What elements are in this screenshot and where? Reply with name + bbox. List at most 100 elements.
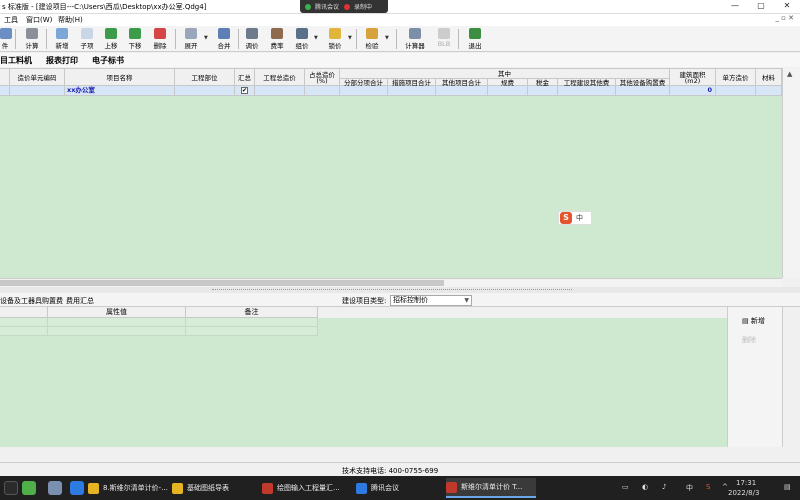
- percent-cell[interactable]: [305, 86, 340, 96]
- menu-window[interactable]: 窗口(W): [26, 15, 52, 25]
- unit-price-cell[interactable]: [716, 86, 756, 96]
- menu-tools[interactable]: 工具: [4, 15, 18, 25]
- col-dept[interactable]: 工程部位: [175, 69, 235, 87]
- tax-cell[interactable]: [528, 86, 558, 96]
- col-summary[interactable]: 汇总: [235, 69, 255, 87]
- toolbar-exit-button[interactable]: 退出: [465, 27, 485, 51]
- material-cell[interactable]: [756, 86, 782, 96]
- tab-fee-summary[interactable]: 费用汇总: [66, 296, 94, 306]
- table-row[interactable]: xx办公室 ✔ 0: [0, 86, 782, 96]
- col-percent[interactable]: 占总造价 (%): [305, 69, 340, 87]
- toolbar-lock-price-button[interactable]: 锁价: [325, 27, 345, 51]
- toolbar-rate-button[interactable]: 费率: [267, 27, 287, 51]
- property-note-cell[interactable]: [186, 327, 318, 336]
- property-value-cell[interactable]: [48, 318, 186, 327]
- property-name-cell[interactable]: [0, 327, 48, 336]
- close-button[interactable]: ✕: [774, 0, 800, 13]
- list-item[interactable]: [0, 318, 318, 327]
- ime-indicator[interactable]: S 中: [558, 211, 592, 225]
- toolbar-check-button[interactable]: 检验: [362, 27, 382, 51]
- wechat-icon[interactable]: [22, 481, 36, 495]
- tray-date[interactable]: 2022/8/3: [728, 489, 759, 497]
- tray-network-icon[interactable]: ◐: [642, 483, 648, 491]
- tray-time[interactable]: 17:31: [736, 479, 756, 487]
- toolbar-delete-button[interactable]: 删除: [150, 27, 170, 51]
- dept-cell[interactable]: [175, 86, 235, 96]
- toolbar-expand-button[interactable]: 展开: [181, 27, 201, 51]
- col-item-name[interactable]: 项目名称: [65, 69, 175, 87]
- area-cell[interactable]: 0: [670, 86, 716, 96]
- unit-code-cell[interactable]: [10, 86, 65, 96]
- col-unit-price[interactable]: 单方造价: [716, 69, 756, 87]
- property-grid-body[interactable]: [0, 318, 727, 447]
- splitter-grip[interactable]: [212, 289, 572, 291]
- start-icon[interactable]: [4, 481, 18, 495]
- tray-battery-icon[interactable]: ▭: [622, 483, 629, 491]
- total-cell[interactable]: [255, 86, 305, 96]
- toolbar-compose-price-button[interactable]: 组价: [292, 27, 312, 51]
- app-pinned-icon[interactable]: [70, 481, 84, 495]
- tray-ime-lang[interactable]: 中: [686, 483, 693, 493]
- equipment-cell[interactable]: [616, 86, 670, 96]
- chevron-down-icon[interactable]: ▼: [385, 35, 389, 41]
- notification-icon[interactable]: ▤: [784, 483, 791, 491]
- col-area[interactable]: 建筑面积 (m2): [670, 69, 716, 87]
- minimize-button[interactable]: —: [722, 0, 748, 13]
- col-total[interactable]: 工程总造价: [255, 69, 305, 87]
- tray-volume-icon[interactable]: ♪: [662, 483, 666, 491]
- toolbar-add-button[interactable]: 新增: [52, 27, 72, 51]
- tray-sogou-icon[interactable]: S: [706, 483, 710, 491]
- col-property-name[interactable]: [0, 307, 48, 318]
- col-unit-code[interactable]: 造价单元编码: [10, 69, 65, 87]
- taskbar-app-5[interactable]: 斯维尔清单计价 T...: [446, 478, 536, 498]
- other-items-cell[interactable]: [436, 86, 488, 96]
- property-value-cell[interactable]: [48, 327, 186, 336]
- chevron-down-icon[interactable]: ▼: [314, 35, 318, 41]
- col-property-note[interactable]: 备注: [186, 307, 318, 318]
- grid-body[interactable]: [0, 96, 782, 278]
- col-property-value[interactable]: 属性值: [48, 307, 186, 318]
- taskbar-app-3[interactable]: 绘图输入工程量汇...: [262, 478, 350, 498]
- scrollbar-thumb[interactable]: [0, 280, 444, 286]
- subtotal-cell[interactable]: [340, 86, 388, 96]
- item-name-cell[interactable]: xx办公室: [65, 86, 175, 96]
- toolbar-movedown-button[interactable]: 下移: [126, 27, 144, 51]
- chevron-down-icon[interactable]: ▼: [204, 35, 208, 41]
- menu-help[interactable]: 帮助(H): [58, 15, 83, 25]
- summary-checkbox[interactable]: ✔: [241, 87, 248, 94]
- col-material[interactable]: 材料: [756, 69, 782, 87]
- list-item[interactable]: [0, 327, 318, 336]
- blb-icon: [438, 28, 450, 39]
- taskbar-app-2[interactable]: 基础图纸导表: [172, 478, 257, 498]
- tab-equipment-fees[interactable]: 设备及工器具购置费: [0, 296, 63, 306]
- property-name-cell[interactable]: [0, 318, 48, 327]
- toolbar-calculator-button[interactable]: 计算器: [402, 27, 428, 51]
- tab-materials[interactable]: 目工料机: [0, 55, 32, 66]
- toolbar-file-button[interactable]: 件: [0, 27, 12, 51]
- scroll-up-icon[interactable]: ▲: [787, 70, 792, 78]
- toolbar-subitem-button[interactable]: 子项: [77, 27, 97, 51]
- tab-e-bid[interactable]: 电子标书: [92, 55, 124, 66]
- app-pinned-icon[interactable]: [48, 481, 62, 495]
- add-row-button[interactable]: ▤ 新增: [742, 316, 765, 326]
- grid-horizontal-scrollbar[interactable]: [0, 278, 782, 287]
- tab-report-print[interactable]: 报表打印: [46, 55, 78, 66]
- property-note-cell[interactable]: [186, 318, 318, 327]
- taskbar-app-4[interactable]: 腾讯会议: [356, 478, 440, 498]
- taskbar-app-1[interactable]: 8.斯维尔清单计价-...: [88, 478, 168, 498]
- toolbar-merge-button[interactable]: 合并: [214, 27, 234, 51]
- project-type-select[interactable]: 招标控制价 ▼: [390, 295, 472, 306]
- mdi-controls[interactable]: _ ▫ ✕: [775, 14, 794, 22]
- other-construction-cell[interactable]: [558, 86, 616, 96]
- toolbar-adjust-price-button[interactable]: 调价: [242, 27, 262, 51]
- toolbar-moveup-button[interactable]: 上移: [102, 27, 120, 51]
- tray-chevron-icon[interactable]: ^: [722, 483, 728, 491]
- maximize-button[interactable]: ▢: [748, 0, 774, 13]
- merge-icon: [218, 28, 230, 39]
- measures-cell[interactable]: [388, 86, 436, 96]
- meeting-indicator[interactable]: 腾讯会议 录制中: [300, 0, 388, 13]
- fees-cell[interactable]: [488, 86, 528, 96]
- chevron-down-icon[interactable]: ▼: [348, 35, 352, 41]
- toolbar-calc-button[interactable]: 计算: [22, 27, 42, 51]
- grid-vertical-scrollbar[interactable]: ▲: [782, 68, 800, 278]
